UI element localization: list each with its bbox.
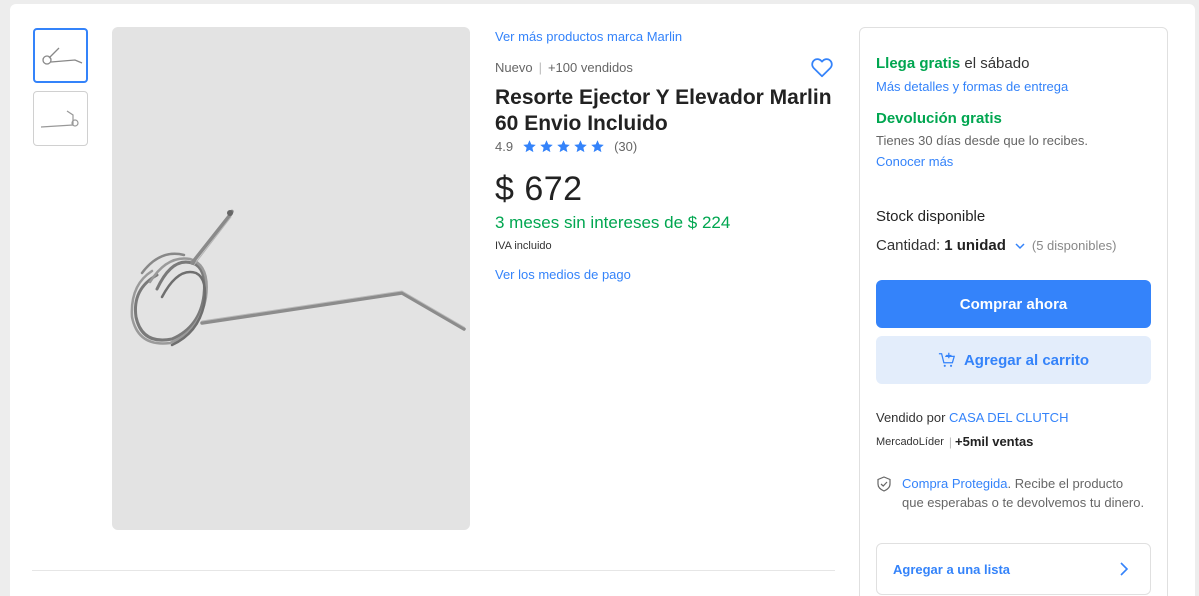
seller-prefix: Vendido por xyxy=(876,410,950,425)
spring-image xyxy=(130,209,466,347)
star-icon xyxy=(523,140,536,153)
seller-sales: +5mil ventas xyxy=(955,434,1034,449)
protected-purchase-link[interactable]: Compra Protegida xyxy=(902,476,1008,491)
subtitle-separator: | xyxy=(538,60,542,75)
main-product-image[interactable] xyxy=(112,27,470,530)
shield-check-icon xyxy=(877,476,891,492)
rating-row[interactable]: 4.9 (30) xyxy=(495,139,637,154)
thumbnail-2[interactable] xyxy=(33,91,88,146)
seller-link[interactable]: CASA DEL CLUTCH xyxy=(949,410,1068,425)
buy-box: Llega gratis el sábado Más detalles y fo… xyxy=(859,27,1168,596)
chevron-right-icon xyxy=(1120,562,1129,576)
free-shipping-label: Llega gratis xyxy=(876,55,961,72)
installments: 3 meses sin intereses de $ 224 xyxy=(495,213,731,232)
shipping-info: Llega gratis el sábado xyxy=(876,55,1029,72)
add-to-list-button[interactable]: Agregar a una lista xyxy=(876,543,1151,595)
add-to-cart-label: Agregar al carrito xyxy=(963,351,1090,369)
return-info-link[interactable]: Conocer más xyxy=(876,154,953,169)
cart-add-icon xyxy=(938,352,956,367)
add-to-cart-button[interactable]: Agregar al carrito xyxy=(876,336,1151,384)
chevron-down-icon xyxy=(1015,242,1025,249)
price: $ 672 xyxy=(495,170,583,208)
rating-value: 4.9 xyxy=(495,139,514,154)
reputation-separator: | xyxy=(948,434,952,449)
seller-reputation: MercadoLíder | +5mil ventas xyxy=(876,434,1033,449)
spring-thumbnail-image xyxy=(40,110,79,128)
payment-methods-link[interactable]: Ver los medios de pago xyxy=(495,267,631,282)
shipping-day: el sábado xyxy=(960,55,1030,72)
quantity-label: Cantidad: xyxy=(876,237,941,254)
return-text: Tienes 30 días desde que lo recibes. xyxy=(876,133,1088,148)
shipping-details-link[interactable]: Más detalles y formas de entrega xyxy=(876,79,1068,94)
thumbnail-1[interactable] xyxy=(33,28,88,83)
star-icon xyxy=(557,140,570,153)
free-return-title: Devolución gratis xyxy=(876,110,1002,127)
rating-stars xyxy=(522,139,607,154)
seller-info: Vendido por CASA DEL CLUTCH xyxy=(876,410,1068,425)
spring-thumbnail-image xyxy=(41,47,82,65)
review-count: (30) xyxy=(614,139,638,154)
condition-label: Nuevo xyxy=(495,60,533,75)
star-icon xyxy=(574,140,587,153)
divider xyxy=(32,570,835,571)
quantity-value: 1 unidad xyxy=(944,237,1006,254)
product-subtitle: Nuevo | +100 vendidos xyxy=(495,60,633,75)
star-icon xyxy=(540,140,553,153)
brand-link[interactable]: Ver más productos marca Marlin xyxy=(495,29,682,44)
sold-count: +100 vendidos xyxy=(547,60,633,75)
tax-note: IVA incluido xyxy=(495,240,552,252)
purchase-protection: Compra Protegida. Recibe el producto que… xyxy=(876,474,1146,512)
product-title: Resorte Ejector Y Elevador Marlin 60 Env… xyxy=(495,86,832,135)
stock-label: Stock disponible xyxy=(876,208,986,225)
buy-now-button[interactable]: Comprar ahora xyxy=(876,280,1151,328)
heart-icon[interactable] xyxy=(809,54,835,80)
quantity-selector[interactable]: Cantidad: 1 unidad (5 disponibles) xyxy=(876,237,1116,254)
leader-badge: MercadoLíder xyxy=(876,435,944,448)
buy-now-label: Comprar ahora xyxy=(959,295,1068,313)
star-icon xyxy=(591,140,604,153)
add-to-list-label: Agregar a una lista xyxy=(893,561,1011,577)
quantity-available: (5 disponibles) xyxy=(1031,238,1117,253)
